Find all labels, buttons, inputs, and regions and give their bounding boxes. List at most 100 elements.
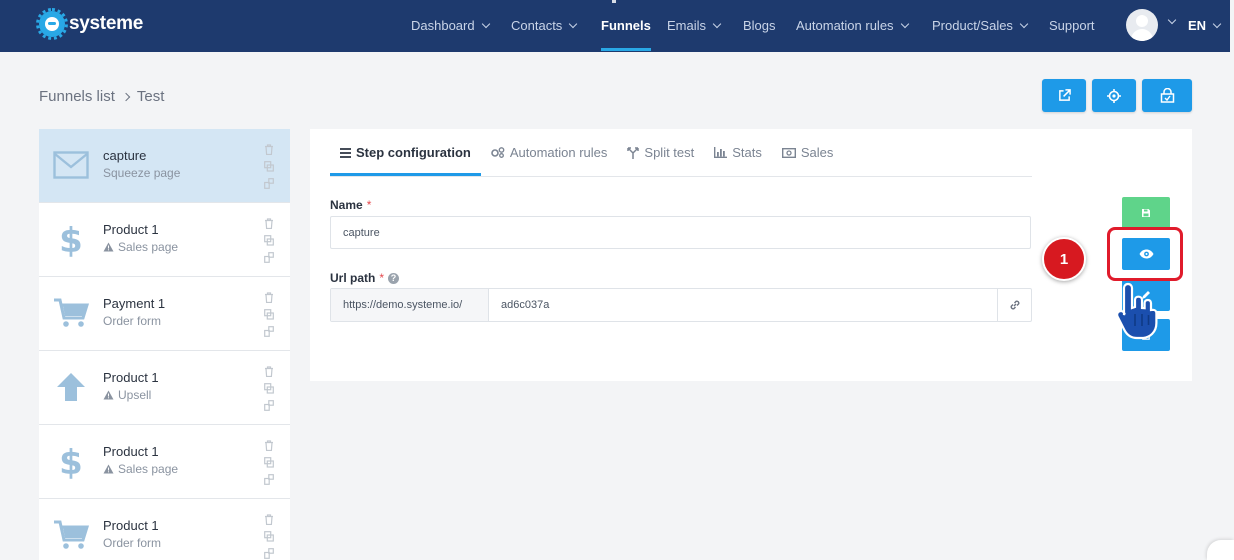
duplicate-icon[interactable] [264,161,274,172]
warning-icon [103,390,114,400]
tab-automation-rules[interactable]: Automation rules [481,129,618,176]
share-icon [1160,88,1174,103]
logo[interactable]: systeme [36,8,143,40]
envelope-icon [53,147,89,183]
url-path-input[interactable]: ad6c037a [489,289,997,321]
tab-step-configuration[interactable]: Step configuration [330,129,481,176]
trash-icon[interactable] [264,514,274,525]
external-link-icon [1058,89,1071,101]
copy-icon[interactable] [264,400,274,411]
nav-automation-rules[interactable]: Automation rules [796,18,909,33]
warning-icon [103,242,114,252]
breadcrumb-parent[interactable]: Funnels list [39,88,115,105]
arrow-up-icon [53,369,89,405]
chevron-down-icon [481,19,490,28]
duplicate-icon[interactable] [264,235,274,246]
funnel-step[interactable]: $ Product 1 Sales page [39,425,290,499]
split-icon [627,146,640,159]
step-actions [264,218,276,263]
trash-icon[interactable] [264,144,274,155]
avatar[interactable] [1126,9,1158,41]
nav-funnels[interactable]: Funnels [601,18,651,51]
top-navbar: systeme Dashboard Contacts Funnels Email… [0,0,1230,52]
duplicate-icon[interactable] [264,383,274,394]
duplicate-icon[interactable] [264,309,274,320]
svg-text:$: $ [59,221,83,257]
gear-icon [1107,88,1121,103]
language-selector[interactable]: EN [1188,18,1222,33]
chevron-down-icon [1019,19,1029,28]
gears-icon [491,147,505,158]
copy-icon[interactable] [264,474,274,485]
funnel-step[interactable]: capture Squeeze page [39,129,290,203]
step-type: Order form [103,536,162,550]
name-input[interactable]: capture [330,216,1031,249]
breadcrumb: Funnels list Test [39,88,164,105]
name-label: Name * [330,198,372,212]
funnel-step[interactable]: Product 1 Upsell [39,351,290,425]
funnel-steps-list: capture Squeeze page $ Product 1 Sales p… [39,129,290,560]
chevron-down-icon [900,19,909,28]
step-tabs: Step configuration Automation rules Spli… [330,129,843,176]
copy-link-button[interactable] [997,289,1031,321]
trash-icon[interactable] [264,292,274,303]
nav-support[interactable]: Support [1049,18,1095,33]
trash-icon[interactable] [264,440,274,451]
copy-icon[interactable] [264,178,274,189]
logo-icon [36,8,68,40]
nav-contacts[interactable]: Contacts [511,18,578,33]
trash-icon[interactable] [264,366,274,377]
preview-highlight-box [1107,227,1183,281]
copy-icon[interactable] [264,548,274,559]
funnel-step[interactable]: Product 1 Order form [39,499,290,560]
pointer-hand-icon [1116,282,1158,340]
chevron-right-icon [121,92,131,101]
funnel-settings-button[interactable] [1092,79,1136,112]
tab-sales[interactable]: Sales [772,129,844,176]
step-actions [264,144,276,189]
save-button[interactable] [1122,197,1170,229]
bar-chart-icon [714,147,728,158]
cart-icon [53,517,89,553]
svg-text:$: $ [59,443,83,479]
step-title: Product 1 [103,222,159,237]
step-title: Payment 1 [103,296,166,311]
step-actions [264,366,276,411]
step-title: capture [103,148,147,163]
step-title: Product 1 [103,518,159,533]
corner-widget[interactable] [1207,540,1234,560]
nav-emails[interactable]: Emails [667,18,722,33]
url-path-field: https://demo.systeme.io/ ad6c037a [330,288,1032,322]
save-icon [1142,209,1150,217]
step-type: Order form [103,314,162,328]
link-icon [1010,300,1019,310]
step-type: Sales page [103,240,178,254]
nav-product-sales[interactable]: Product/Sales [932,18,1029,33]
open-funnel-button[interactable] [1042,79,1086,112]
step-actions [264,514,276,559]
nav-dashboard[interactable]: Dashboard [411,18,490,33]
nav-blogs[interactable]: Blogs [743,18,776,33]
url-prefix: https://demo.systeme.io/ [331,289,489,321]
funnel-step[interactable]: $ Product 1 Sales page [39,203,290,277]
copy-icon[interactable] [264,252,274,263]
avatar-chevron-down-icon[interactable] [1167,15,1177,25]
duplicate-icon[interactable] [264,531,274,542]
tab-stats[interactable]: Stats [704,129,772,176]
step-actions [264,440,276,485]
warning-icon [103,464,114,474]
tab-split-test[interactable]: Split test [617,129,704,176]
duplicate-icon[interactable] [264,457,274,468]
copy-icon[interactable] [264,326,274,337]
help-icon[interactable]: ? [388,272,400,284]
cart-icon [53,295,89,331]
funnel-share-button[interactable] [1142,79,1192,112]
trash-icon[interactable] [264,218,274,229]
step-title: Product 1 [103,444,159,459]
chevron-down-icon [569,19,578,28]
step-type: Squeeze page [103,166,181,180]
funnel-actions [1042,79,1192,112]
funnel-step[interactable]: Payment 1 Order form [39,277,290,351]
tabs-divider [330,176,1032,177]
logo-text: systeme [69,13,143,34]
